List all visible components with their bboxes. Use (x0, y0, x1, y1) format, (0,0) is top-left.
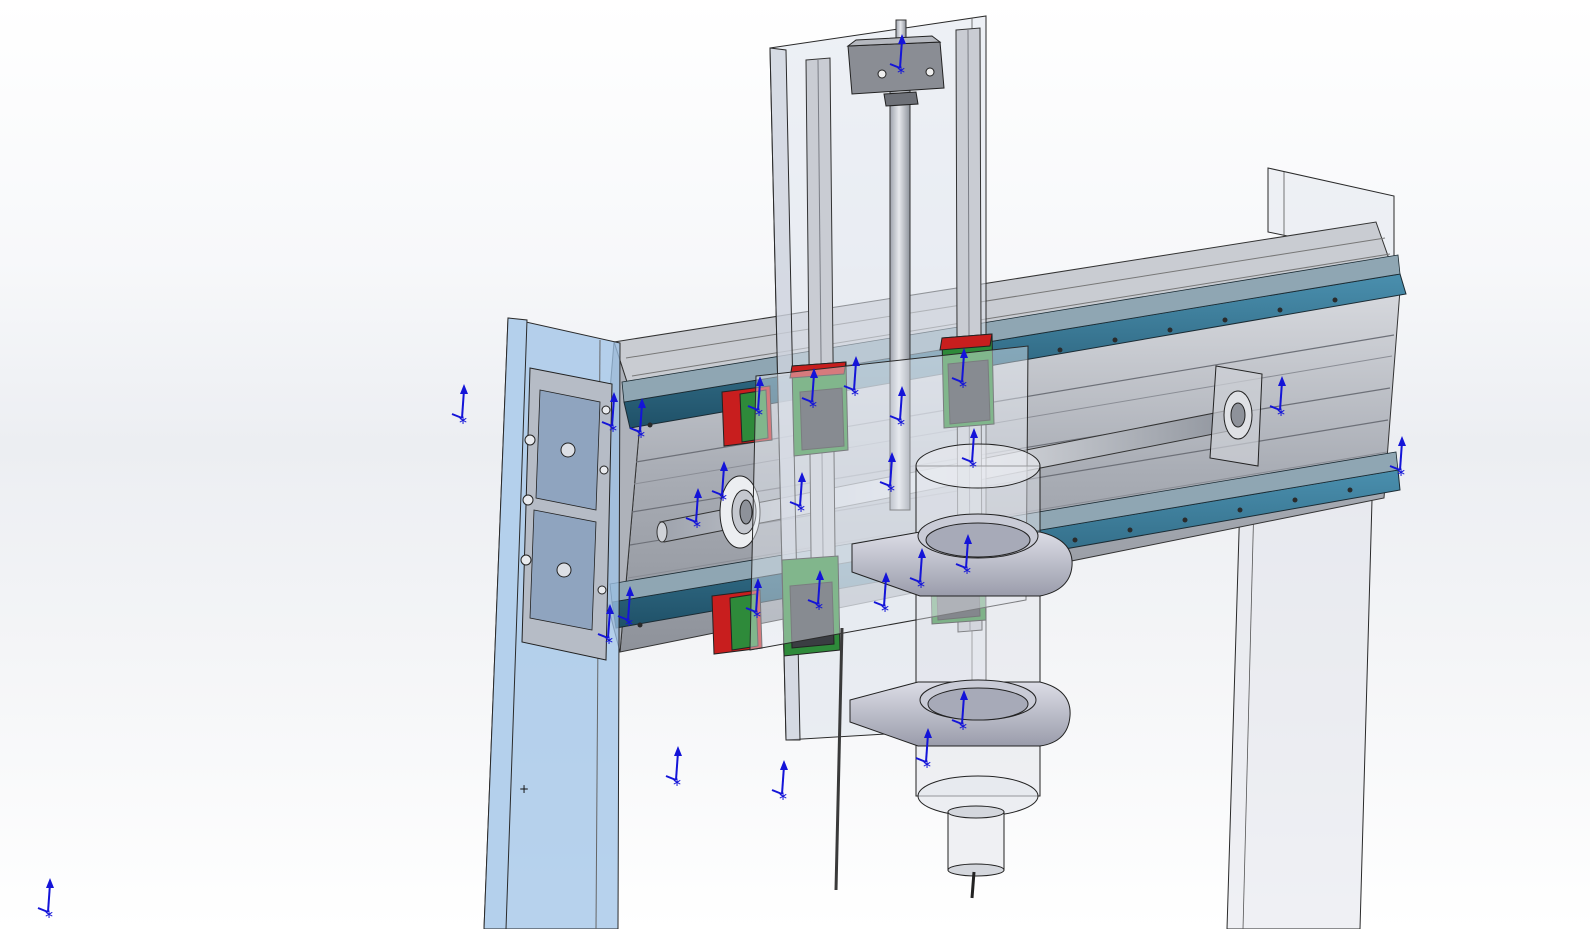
svg-text:∗: ∗ (636, 427, 646, 441)
svg-text:∗: ∗ (778, 789, 788, 803)
cad-viewport[interactable]: ∗ ∗ ∗ ∗ ∗ ∗ ∗ ∗ ∗ ∗ ∗ ∗ ∗ ∗ ∗ ∗ ∗ ∗ ∗ ∗ ∗ ∗ ∗ ∗ ∗ ∗ ∗ ∗ + (0, 0, 1590, 929)
svg-text:∗: ∗ (1276, 405, 1286, 419)
coordinate-triad-icon: ∗ (771, 760, 788, 803)
coordinate-triad-icon: ∗ (451, 384, 468, 427)
coordinate-triad-icon: ∗ (37, 878, 54, 921)
bearing-block-end[interactable] (1209, 365, 1263, 467)
coordinate-triad-icon: ∗ (665, 746, 682, 789)
svg-text:∗: ∗ (922, 757, 932, 771)
svg-text:∗: ∗ (896, 63, 906, 77)
svg-text:∗: ∗ (968, 457, 978, 471)
svg-text:∗: ∗ (880, 601, 890, 615)
svg-text:∗: ∗ (672, 775, 682, 789)
svg-text:∗: ∗ (850, 385, 860, 399)
svg-text:∗: ∗ (958, 719, 968, 733)
extrusion-end-profile (520, 367, 613, 661)
assembly-scene[interactable]: ∗ ∗ ∗ ∗ ∗ ∗ ∗ ∗ ∗ ∗ ∗ ∗ ∗ ∗ ∗ ∗ ∗ ∗ ∗ ∗ ∗ ∗ ∗ ∗ ∗ ∗ ∗ ∗ (0, 0, 1590, 929)
svg-text:∗: ∗ (754, 405, 764, 419)
svg-text:∗: ∗ (886, 481, 896, 495)
svg-text:∗: ∗ (458, 413, 468, 427)
spindle-body[interactable] (915, 443, 1041, 877)
svg-text:∗: ∗ (916, 577, 926, 591)
svg-text:∗: ∗ (752, 607, 762, 621)
svg-text:∗: ∗ (814, 599, 824, 613)
svg-text:∗: ∗ (624, 615, 634, 629)
origin-marker: + (518, 782, 530, 796)
svg-text:∗: ∗ (958, 377, 968, 391)
svg-text:∗: ∗ (692, 517, 702, 531)
svg-text:∗: ∗ (962, 563, 972, 577)
svg-text:∗: ∗ (604, 633, 614, 647)
svg-text:∗: ∗ (1396, 465, 1406, 479)
svg-text:∗: ∗ (896, 415, 906, 429)
svg-text:∗: ∗ (718, 490, 728, 504)
svg-text:∗: ∗ (808, 397, 818, 411)
svg-text:∗: ∗ (44, 907, 54, 921)
svg-text:∗: ∗ (608, 421, 618, 435)
svg-text:∗: ∗ (796, 501, 806, 515)
